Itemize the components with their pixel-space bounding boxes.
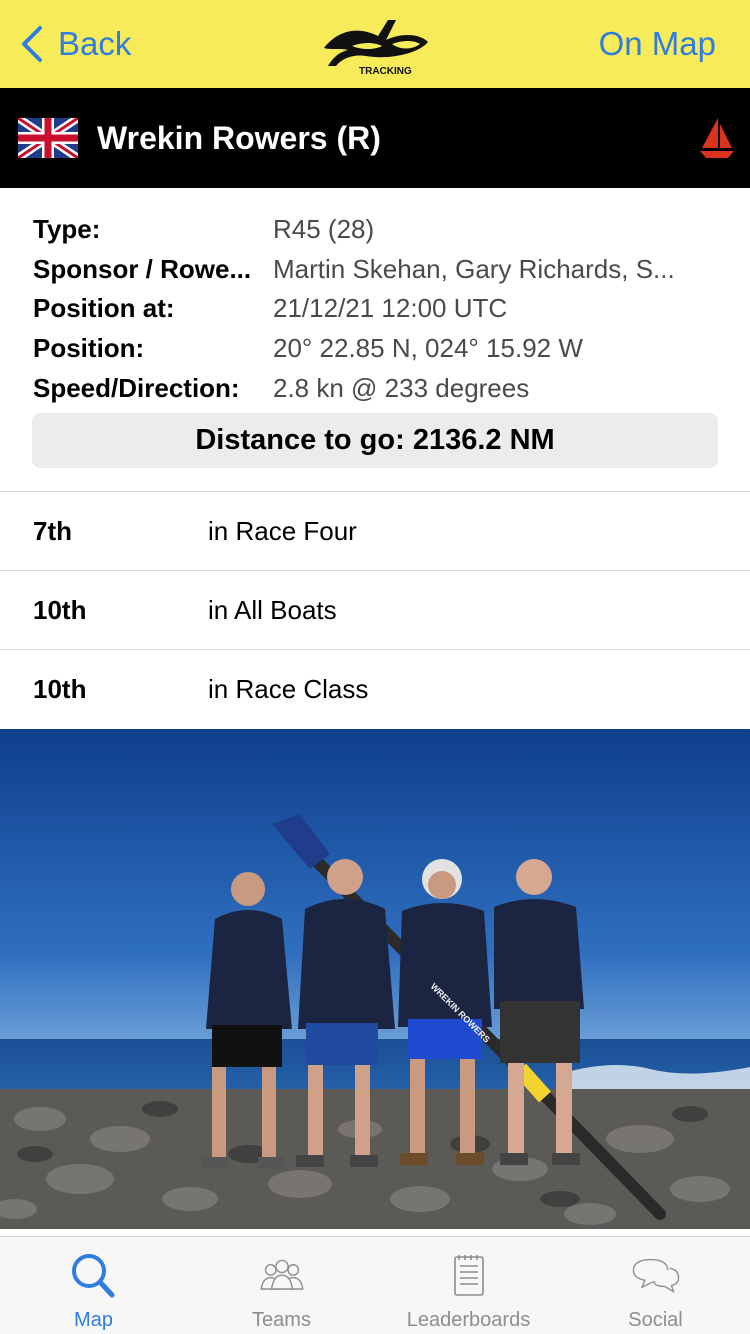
sailboat-icon — [700, 118, 734, 158]
detail-value: 20° 22.85 N, 024° 15.92 W — [273, 333, 583, 363]
back-button[interactable]: Back — [18, 22, 131, 66]
yb-tracking-logo: TRACKING — [318, 8, 434, 80]
tab-label: Leaderboards — [406, 1309, 531, 1331]
tab-teams[interactable]: Teams — [188, 1237, 375, 1334]
ranking-row-all-boats[interactable]: 10th in All Boats — [0, 570, 750, 649]
tab-leaderboards[interactable]: Leaderboards — [375, 1237, 562, 1334]
detail-label: Type: — [33, 214, 101, 244]
boat-details: Type: R45 (28) Sponsor / Rowe... Martin … — [0, 188, 750, 491]
search-icon — [71, 1254, 114, 1298]
ranking-description: in Race Four — [208, 516, 357, 546]
team-title-bar: Wrekin Rowers (R) — [0, 88, 750, 188]
distance-to-go: Distance to go: 2136.2 NM — [32, 413, 718, 468]
tab-map[interactable]: Map — [0, 1237, 187, 1334]
team-name: Wrekin Rowers (R) — [97, 120, 381, 156]
ranking-description: in All Boats — [208, 595, 337, 625]
tab-label: Social — [628, 1309, 683, 1331]
ranking-position: 10th — [33, 674, 87, 704]
detail-value: 2.8 kn @ 233 degrees — [273, 373, 530, 403]
ranking-row-class[interactable]: 10th in Race Class — [0, 649, 750, 728]
detail-label: Sponsor / Rowe... — [33, 254, 252, 284]
detail-label: Position: — [33, 333, 145, 363]
uk-flag-icon — [18, 118, 78, 158]
ranking-description: in Race Class — [208, 674, 369, 704]
ranking-position: 7th — [33, 516, 72, 546]
detail-value: Martin Skehan, Gary Richards, S... — [273, 254, 675, 284]
chevron-left-icon — [22, 26, 42, 62]
team-photo: WREKIN ROWERS — [0, 729, 750, 1229]
nav-bar: Back TRACKING On Map — [0, 0, 750, 88]
detail-value: 21/12/21 12:00 UTC — [273, 293, 508, 323]
document-icon — [453, 1255, 484, 1296]
ranking-row-race[interactable]: 7th in Race Four — [0, 491, 750, 570]
logo-text: TRACKING — [359, 66, 412, 77]
tab-label: Teams — [252, 1309, 311, 1331]
chat-bubbles-icon — [632, 1258, 679, 1294]
tab-bar: Map Teams Leaderboards Social — [0, 1236, 750, 1334]
tab-social[interactable]: Social — [562, 1237, 749, 1334]
on-map-button[interactable]: On Map — [599, 22, 716, 66]
detail-label: Speed/Direction: — [33, 373, 240, 403]
back-label: Back — [58, 25, 132, 62]
detail-value: R45 (28) — [273, 214, 375, 244]
ranking-position: 10th — [33, 595, 87, 625]
people-icon — [259, 1259, 304, 1290]
detail-label: Position at: — [33, 293, 175, 323]
tab-label: Map — [74, 1309, 113, 1331]
